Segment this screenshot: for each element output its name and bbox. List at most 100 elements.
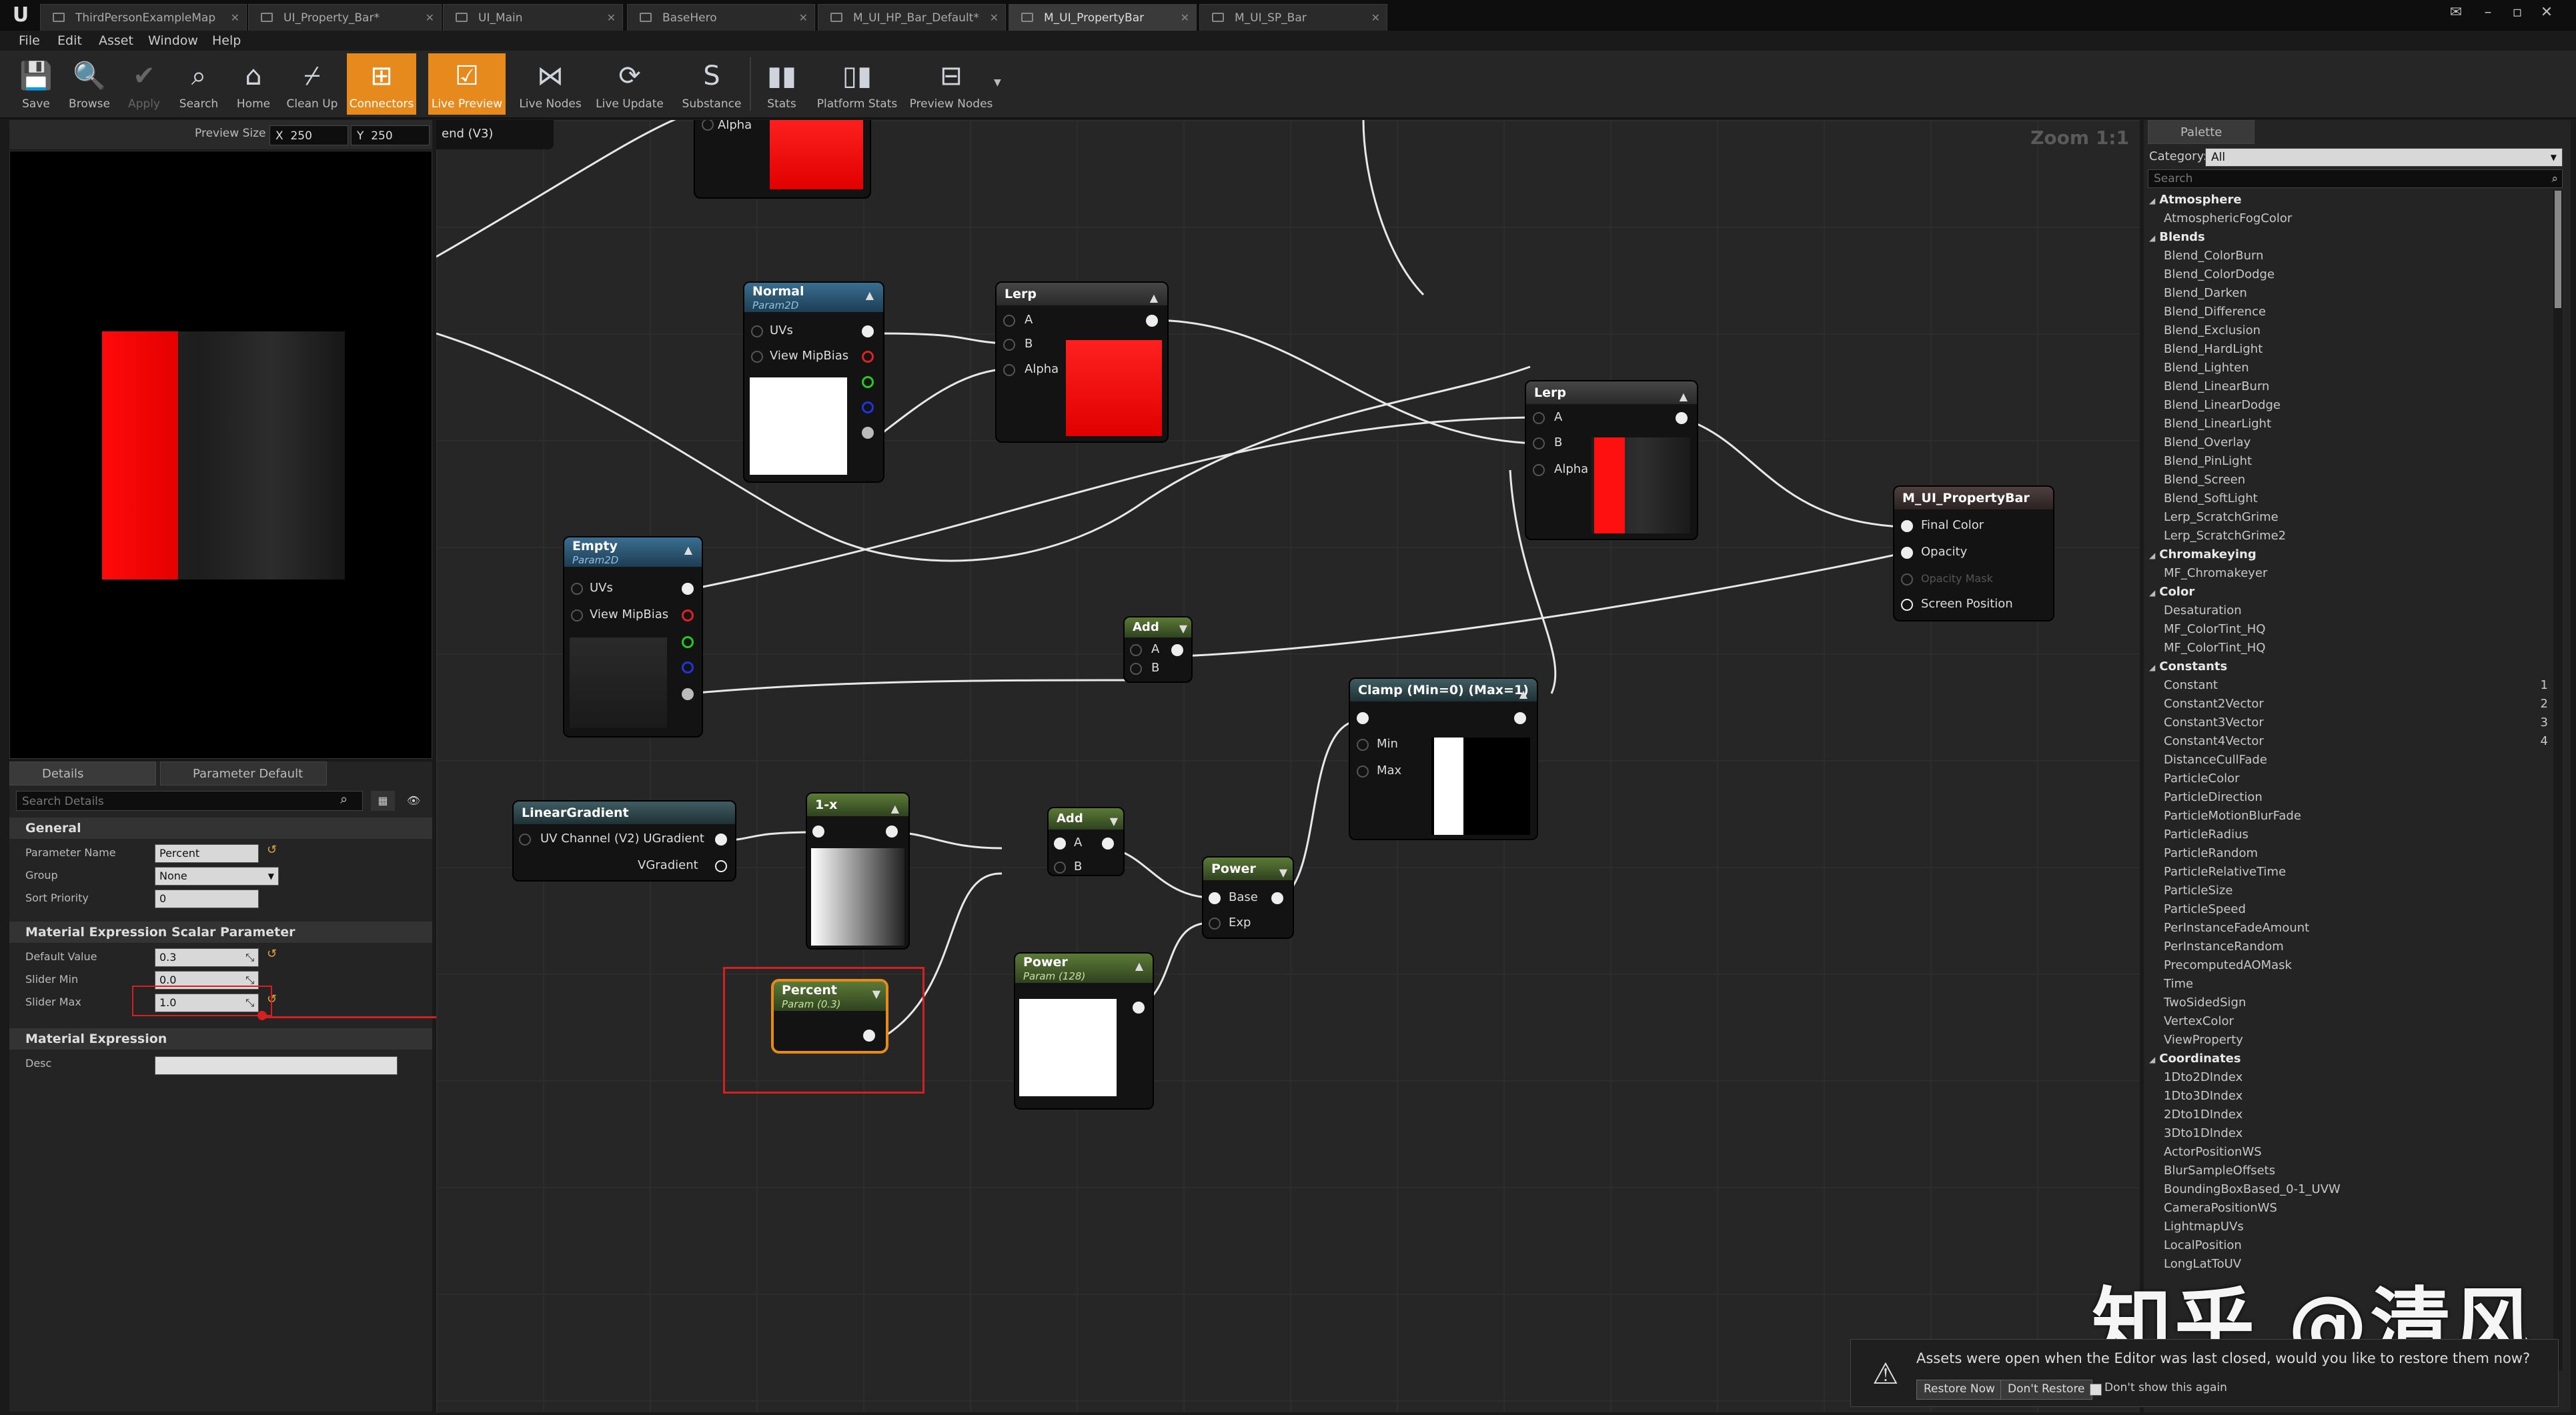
palette-item[interactable]: ParticleRelativeTime xyxy=(2149,863,2552,882)
live-update-button[interactable]: ⟳ Live Update xyxy=(592,53,667,115)
palette-category[interactable]: ◢ Chromakeying xyxy=(2149,545,2552,564)
close-window-icon[interactable]: ✕ xyxy=(2535,3,2559,23)
material-graph[interactable]: Zoom 1:1 end (V3) Alpha Normal Param2D ▲ U… xyxy=(436,120,2140,1412)
home-button[interactable]: ⌂ Home xyxy=(220,53,287,115)
group-combobox[interactable]: None ▼ xyxy=(155,867,279,886)
palette-item[interactable]: Desaturation xyxy=(2149,601,2552,620)
preview-nodes-button[interactable]: ⊟ Preview Nodes xyxy=(907,53,995,115)
palette-item[interactable]: Lerp_ScratchGrime xyxy=(2149,508,2552,527)
palette-item[interactable]: Constant3Vector 3 xyxy=(2149,714,2552,732)
pin-in[interactable] xyxy=(1357,712,1369,724)
palette-item[interactable]: PrecomputedAOMask xyxy=(2149,956,2552,975)
desc-input[interactable] xyxy=(155,1056,398,1075)
pin-a-out[interactable] xyxy=(682,688,694,700)
section-material-expression[interactable]: Material Expression xyxy=(9,1028,432,1050)
collapse-arrow-icon[interactable]: ▲ xyxy=(684,541,692,559)
reset-to-default-icon[interactable]: ↺ xyxy=(267,947,277,961)
node-power-1[interactable]: Power ▼ Base Exp xyxy=(1203,858,1293,938)
palette-item[interactable]: ParticleMotionBlurFade xyxy=(2149,807,2552,826)
default-value-input[interactable]: 0.3 ⤡ xyxy=(155,948,259,967)
parameter-name-input[interactable]: Percent xyxy=(155,844,259,863)
palette-item[interactable]: BlurSampleOffsets xyxy=(2149,1162,2552,1180)
palette-item[interactable]: Blend_Overlay xyxy=(2149,433,2552,452)
material-preview-viewport[interactable] xyxy=(9,151,432,759)
palette-item[interactable]: Blend_Darken xyxy=(2149,284,2552,303)
menu-asset[interactable]: Asset xyxy=(99,31,133,51)
expand-arrow-icon[interactable]: ◢ xyxy=(2149,588,2155,597)
dont-show-checkbox[interactable] xyxy=(2090,1384,2102,1396)
palette-category[interactable]: ◢ Constants xyxy=(2149,657,2552,676)
expand-arrow-icon[interactable]: ◢ xyxy=(2149,233,2155,243)
pin-a-in[interactable] xyxy=(1533,412,1545,424)
palette-item[interactable]: LocalPosition xyxy=(2149,1236,2552,1255)
pin-a-in[interactable] xyxy=(1054,838,1066,850)
eye-icon[interactable]: 👁 xyxy=(399,791,428,811)
substance-button[interactable]: S Substance xyxy=(675,53,748,115)
pin-uvs-in[interactable] xyxy=(571,583,583,595)
close-tab-icon[interactable]: ✕ xyxy=(990,5,999,31)
palette-category[interactable]: ◢ Coordinates xyxy=(2149,1050,2552,1068)
palette-item[interactable]: Blend_Exclusion xyxy=(2149,321,2552,340)
section-scalar-parameter[interactable]: Material Expression Scalar Parameter xyxy=(9,922,432,943)
node-clamp[interactable]: Clamp (Min=0) (Max=1) ▲ Min Max xyxy=(1350,679,1537,839)
pin-g-out[interactable] xyxy=(862,376,874,388)
pin-b-in[interactable] xyxy=(1003,339,1015,351)
pin-a-in[interactable] xyxy=(1130,644,1142,656)
palette-item[interactable]: PerInstanceRandom xyxy=(2149,938,2552,956)
collapse-arrow-icon[interactable]: ▲ xyxy=(1150,287,1158,309)
pin-b-in[interactable] xyxy=(1533,437,1545,449)
tab-parameter-defaults[interactable]: Parameter Default xyxy=(160,762,327,786)
palette-item[interactable]: ParticleDirection xyxy=(2149,788,2552,807)
palette-item[interactable]: 1Dto3DIndex xyxy=(2149,1087,2552,1106)
palette-item[interactable]: Blend_SoftLight xyxy=(2149,489,2552,508)
palette-item[interactable]: PerInstanceFadeAmount xyxy=(2149,919,2552,938)
pin-out[interactable] xyxy=(1171,644,1183,656)
palette-item[interactable]: Blend_LinearLight xyxy=(2149,415,2552,433)
palette-item[interactable]: Blend_Screen xyxy=(2149,471,2552,489)
pin-rgb-out[interactable] xyxy=(862,325,874,337)
palette-category[interactable]: ◢ Color xyxy=(2149,583,2552,601)
palette-item[interactable]: Blend_PinLight xyxy=(2149,452,2552,471)
close-tab-icon[interactable]: ✕ xyxy=(799,5,808,31)
node-add-1[interactable]: Add ▼ A B xyxy=(1125,617,1191,681)
tab-m-ui-hp-bar-default[interactable]: M_UI_HP_Bar_Default* ✕ xyxy=(818,4,1006,31)
palette-item[interactable]: ActorPositionWS xyxy=(2149,1143,2552,1162)
palette-search-input[interactable]: Search ⌕ xyxy=(2148,169,2563,188)
reset-to-default-icon[interactable]: ↺ xyxy=(267,843,277,857)
node-material-output[interactable]: M_UI_PropertyBar Final Color Opacity Opa… xyxy=(1894,487,2053,620)
tab-palette[interactable]: Palette xyxy=(2148,120,2255,144)
palette-item[interactable]: TwoSidedSign xyxy=(2149,994,2552,1012)
palette-item[interactable]: Constant 1 xyxy=(2149,676,2552,695)
collapse-arrow-icon[interactable]: ▼ xyxy=(1110,811,1118,832)
stats-button[interactable]: ▮▮ Stats xyxy=(755,53,808,115)
pin-a-in[interactable] xyxy=(1003,315,1015,327)
palette-item[interactable]: Blend_ColorBurn xyxy=(2149,247,2552,265)
close-tab-icon[interactable]: ✕ xyxy=(426,5,434,31)
palette-item[interactable]: ParticleSpeed xyxy=(2149,900,2552,919)
tab-ui-property-bar[interactable]: UI_Property_Bar* ✕ xyxy=(248,4,442,31)
collapse-arrow-icon[interactable]: ▲ xyxy=(1680,385,1688,408)
palette-item[interactable]: VertexColor xyxy=(2149,1012,2552,1031)
expand-arrow-icon[interactable]: ◢ xyxy=(2149,196,2155,205)
minimize-icon[interactable]: – xyxy=(2476,3,2500,23)
pin-out[interactable] xyxy=(1514,712,1526,724)
collapse-arrow-icon[interactable]: ▲ xyxy=(891,798,899,820)
tab-m-ui-sp-bar[interactable]: M_UI_SP_Bar ✕ xyxy=(1199,4,1387,31)
dont-restore-button[interactable]: Don't Restore xyxy=(2000,1380,2092,1400)
node-lerp-1[interactable]: Lerp ▲ A B Alpha xyxy=(997,283,1167,441)
collapse-arrow-icon[interactable]: ▲ xyxy=(1519,683,1527,705)
partial-node[interactable]: end (V3) xyxy=(436,120,554,149)
scrollbar-thumb[interactable] xyxy=(2555,191,2561,308)
palette-item[interactable]: ParticleSize xyxy=(2149,882,2552,900)
node-percent-scalar-param[interactable]: Percent Param (0.3) ▼ xyxy=(774,982,886,1051)
category-combobox[interactable]: All ▼ xyxy=(2205,148,2563,167)
node-normal-param2d[interactable]: Normal Param2D ▲ UVs View MipBias xyxy=(744,283,883,481)
palette-item[interactable]: MF_ColorTint_HQ xyxy=(2149,620,2552,639)
palette-category[interactable]: ◢ Atmosphere xyxy=(2149,191,2552,209)
pin-out[interactable] xyxy=(863,1030,875,1042)
palette-item[interactable]: ParticleRandom xyxy=(2149,844,2552,863)
palette-item[interactable]: 1Dto2DIndex xyxy=(2149,1068,2552,1087)
drag-handle-icon[interactable]: ⤡ xyxy=(245,949,254,966)
palette-category[interactable]: ◢ Blends xyxy=(2149,228,2552,247)
close-tab-icon[interactable]: ✕ xyxy=(231,5,239,31)
